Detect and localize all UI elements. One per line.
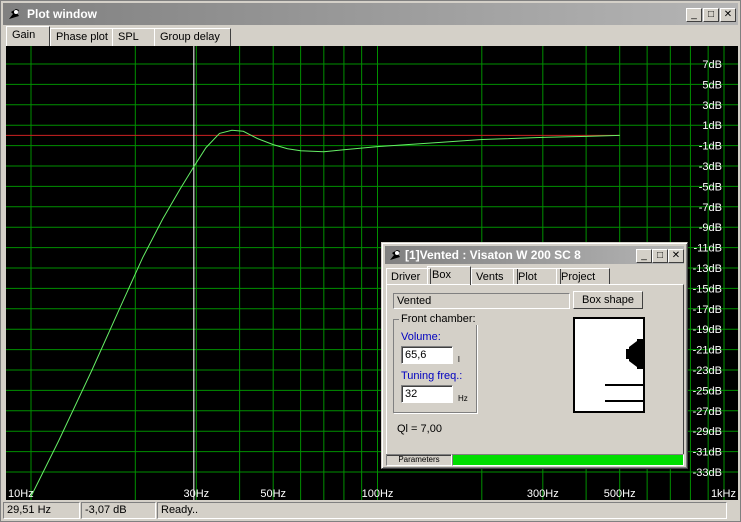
tab-vents[interactable]: Vents	[471, 268, 518, 285]
status-gain: -3,07 dB	[81, 502, 156, 519]
y-tick-label: -13dB	[693, 263, 722, 275]
y-tick-label: -21dB	[693, 345, 722, 357]
volume-label: Volume:	[401, 331, 441, 343]
x-tick-label: 50Hz	[260, 488, 286, 500]
y-tick-label: -25dB	[693, 385, 722, 397]
y-tick-label: -31dB	[693, 447, 722, 459]
sub-window-title: [1]Vented : Visaton W 200 SC 8	[405, 248, 581, 262]
app-icon	[9, 9, 19, 19]
progress-label: Parameters	[386, 454, 452, 466]
y-tick-label: -27dB	[693, 406, 722, 418]
y-tick-label: -3dB	[699, 161, 722, 173]
y-tick-label: -11dB	[693, 243, 722, 255]
front-chamber-label: Front chamber:	[399, 313, 478, 325]
y-tick-label: 1dB	[702, 120, 722, 132]
x-tick-label: 300Hz	[527, 488, 559, 500]
y-tick-label: -1dB	[699, 141, 722, 153]
x-tick-label: 1kHz	[711, 488, 736, 500]
status-message: Ready..	[157, 502, 727, 519]
window-title: Plot window	[27, 7, 97, 21]
tab-gain[interactable]: Gain	[6, 26, 50, 46]
minimize-button[interactable]: _	[686, 8, 702, 22]
y-tick-label: -33dB	[693, 467, 722, 479]
sub-close-button[interactable]: ✕	[668, 249, 684, 263]
volume-unit: l	[458, 355, 460, 364]
ql-value: Ql = 7,00	[397, 423, 442, 435]
y-tick-label: -23dB	[693, 365, 722, 377]
tab-box[interactable]: Box	[427, 266, 471, 285]
box-tab-panel: Vented Box shape Front chamber: Volume: …	[386, 284, 684, 456]
y-tick-label: -7dB	[699, 202, 722, 214]
volume-input[interactable]: 65,6	[401, 346, 453, 364]
tab-project[interactable]: Project	[556, 268, 610, 285]
box-design-window: [1]Vented : Visaton W 200 SC 8 _ □ ✕ Dri…	[381, 242, 688, 469]
sub-minimize-button[interactable]: _	[636, 249, 652, 263]
status-bar: 29,51 Hz -3,07 dB Ready..	[3, 501, 738, 519]
y-tick-label: -17dB	[693, 304, 722, 316]
y-tick-label: -9dB	[699, 222, 722, 234]
maximize-button[interactable]: □	[703, 8, 719, 22]
y-tick-label: -15dB	[693, 283, 722, 295]
progress-bar	[452, 454, 684, 466]
y-tick-label: -29dB	[693, 426, 722, 438]
y-tick-label: 3dB	[702, 100, 722, 112]
x-tick-label: 500Hz	[604, 488, 636, 500]
y-tick-label: 7dB	[702, 59, 722, 71]
tab-driver[interactable]: Driver	[386, 268, 431, 285]
sub-title-bar[interactable]: [1]Vented : Visaton W 200 SC 8 _ □ ✕	[385, 246, 684, 264]
app-icon	[390, 250, 400, 260]
tuning-freq-label: Tuning freq.:	[401, 370, 463, 382]
title-bar[interactable]: Plot window _ □ ✕	[3, 3, 738, 25]
x-tick-label: 100Hz	[362, 488, 394, 500]
x-tick-label: 10Hz	[8, 488, 34, 500]
sub-maximize-button[interactable]: □	[652, 249, 668, 263]
tab-spl[interactable]: SPL	[112, 28, 160, 46]
tab-plot[interactable]: Plot	[513, 268, 561, 285]
close-button[interactable]: ✕	[720, 8, 736, 22]
box-diagram	[573, 317, 645, 413]
box-shape-button[interactable]: Box shape	[573, 291, 643, 309]
progress-fill	[453, 455, 683, 465]
status-frequency: 29,51 Hz	[3, 502, 80, 519]
y-tick-label: -5dB	[699, 181, 722, 193]
y-tick-label: -19dB	[693, 324, 722, 336]
y-tick-label: 5dB	[702, 79, 722, 91]
tab-phase-plot[interactable]: Phase plot	[50, 28, 118, 46]
x-tick-label: 30Hz	[183, 488, 209, 500]
tuning-freq-input[interactable]: 32	[401, 385, 453, 403]
tab-group-delay[interactable]: Group delay	[154, 28, 231, 46]
box-type-field[interactable]: Vented	[393, 293, 570, 309]
tuning-freq-unit: Hz	[458, 394, 468, 403]
